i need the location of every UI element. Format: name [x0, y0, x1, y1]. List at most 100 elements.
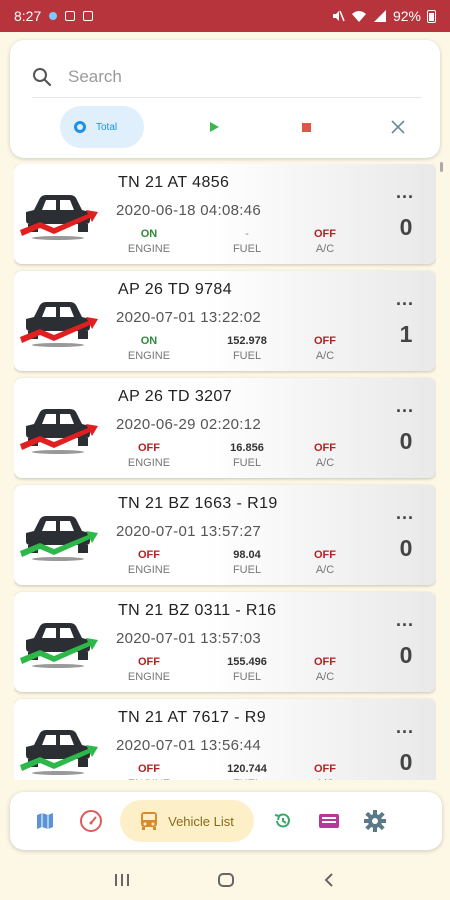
history-icon	[274, 813, 290, 828]
car-trend-icon	[20, 302, 98, 347]
vehicle-card[interactable]: AP 26 TD 9784 2020-07-01 13:22:02 ON ENG…	[14, 271, 436, 371]
engine-status: OFF ENGINE	[109, 442, 189, 469]
vehicle-count: 0	[399, 214, 413, 240]
vehicle-plate: TN 21 BZ 0311 - R16	[118, 602, 277, 619]
ac-label: A/C	[285, 778, 365, 780]
ac-value: OFF	[314, 549, 336, 561]
ac-label: A/C	[315, 243, 335, 255]
home-icon[interactable]	[216, 872, 236, 888]
nav-dashboard[interactable]	[68, 800, 114, 842]
filter-total-button[interactable]: Total	[60, 106, 144, 148]
more-options-button[interactable]: ...	[396, 610, 414, 631]
recent-apps-icon[interactable]	[113, 872, 131, 888]
notification-square-icon	[65, 11, 76, 21]
search-input[interactable]	[68, 66, 422, 87]
engine-value: ON	[140, 228, 158, 240]
ac-status: OFF A/C	[285, 228, 365, 255]
gear-icon	[364, 810, 386, 832]
nav-vehicle-list-label: Vehicle List	[168, 813, 234, 829]
scrollbar[interactable]	[440, 162, 443, 172]
engine-label: ENGINE	[127, 671, 171, 683]
more-options-button[interactable]: ...	[396, 503, 414, 524]
search-bar	[32, 56, 422, 98]
fuel-label: FUEL	[232, 564, 262, 576]
vehicle-plate: AP 26 TD 9784	[118, 281, 233, 298]
engine-label: ENGINE	[127, 350, 171, 362]
engine-value: OFF	[138, 763, 160, 775]
ac-label: A/C	[315, 457, 335, 469]
fuel-label: FUEL	[232, 671, 262, 683]
filter-stopped-button[interactable]	[284, 106, 328, 148]
more-options-button[interactable]: ...	[396, 182, 414, 203]
filter-clear-button[interactable]	[376, 106, 420, 148]
stop-icon	[301, 122, 311, 132]
bus-icon	[141, 812, 158, 830]
vehicle-card[interactable]: TN 21 BZ 1663 - R19 2020-07-01 13:57:27 …	[14, 485, 436, 585]
ac-value: OFF	[314, 656, 336, 668]
engine-value: OFF	[138, 442, 160, 454]
fuel-value: -	[245, 228, 249, 240]
nav-vehicle-list[interactable]: Vehicle List	[120, 800, 254, 842]
more-options-button[interactable]: ...	[396, 717, 414, 738]
ac-value: OFF	[314, 763, 336, 775]
filter-running-button[interactable]	[192, 106, 236, 148]
car-trend-icon	[20, 195, 98, 240]
fuel-value: 152.978	[227, 335, 267, 347]
engine-status: ON ENGINE	[109, 335, 189, 362]
ac-label: A/C	[315, 350, 335, 362]
vehicle-plate: TN 21 AT 7617 - R9	[118, 709, 267, 726]
vehicle-card[interactable]: AP 26 TD 3207 2020-06-29 02:20:12 OFF EN…	[14, 378, 436, 478]
battery-icon	[427, 9, 436, 23]
filter-total-label: Total	[96, 121, 118, 133]
back-icon[interactable]	[321, 872, 337, 888]
nav-reports[interactable]	[306, 800, 352, 842]
bottom-navigation: Vehicle List	[10, 792, 442, 850]
mute-icon	[332, 10, 345, 22]
engine-label: ENGINE	[127, 564, 171, 576]
engine-label: ENGINE	[109, 778, 189, 780]
fuel-label: FUEL	[207, 778, 287, 780]
nav-map[interactable]	[22, 800, 68, 842]
vehicle-plate: TN 21 BZ 1663 - R19	[118, 495, 278, 512]
vehicle-count: 0	[399, 642, 413, 668]
fuel-value: 155.496	[227, 656, 267, 668]
filter-bar: Total	[60, 106, 420, 148]
status-time: 8:27	[14, 8, 42, 24]
engine-status: OFF ENGINE	[109, 549, 189, 576]
ac-status: OFF A/C	[285, 442, 365, 469]
vehicle-card[interactable]: TN 21 BZ 0311 - R16 2020-07-01 13:57:03 …	[14, 592, 436, 692]
fuel-value: 16.856	[230, 442, 264, 454]
vehicle-count: 0	[399, 535, 413, 561]
fuel-label: FUEL	[232, 243, 262, 255]
ac-label: A/C	[315, 671, 335, 683]
car-trend-icon	[20, 730, 98, 775]
close-icon	[391, 120, 405, 134]
battery-percent: 92%	[392, 8, 421, 24]
engine-value: OFF	[138, 656, 160, 668]
vehicle-timestamp: 2020-07-01 13:57:03	[116, 630, 261, 647]
vehicle-timestamp: 2020-07-01 13:22:02	[116, 309, 261, 326]
ac-status: OFF A/C	[285, 549, 365, 576]
engine-status: OFF ENGINE	[109, 763, 189, 780]
vehicle-count: 0	[399, 749, 413, 775]
nav-history[interactable]	[260, 800, 306, 842]
fuel-label: FUEL	[232, 350, 262, 362]
vehicle-list: TN 21 AT 4856 2020-06-18 04:08:46 ON ENG…	[14, 164, 436, 780]
ac-status: OFF A/C	[285, 335, 365, 362]
engine-label: ENGINE	[127, 457, 171, 469]
vehicle-count: 0	[399, 428, 413, 454]
vehicle-timestamp: 2020-06-29 02:20:12	[116, 416, 261, 433]
engine-status: OFF ENGINE	[109, 656, 189, 683]
engine-status: ON ENGINE	[109, 228, 189, 255]
vehicle-card[interactable]: TN 21 AT 4856 2020-06-18 04:08:46 ON ENG…	[14, 164, 436, 264]
vehicle-count: 1	[399, 321, 413, 347]
more-options-button[interactable]: ...	[396, 396, 414, 417]
nav-settings[interactable]	[352, 800, 398, 842]
vehicle-card[interactable]: TN 21 AT 7617 - R9 2020-07-01 13:56:44 O…	[14, 699, 436, 780]
system-navigation-bar	[0, 860, 450, 900]
ac-value: OFF	[314, 442, 336, 454]
ac-value: OFF	[314, 228, 336, 240]
play-icon	[209, 122, 219, 132]
notification-dot-icon	[49, 12, 58, 20]
more-options-button[interactable]: ...	[396, 289, 414, 310]
